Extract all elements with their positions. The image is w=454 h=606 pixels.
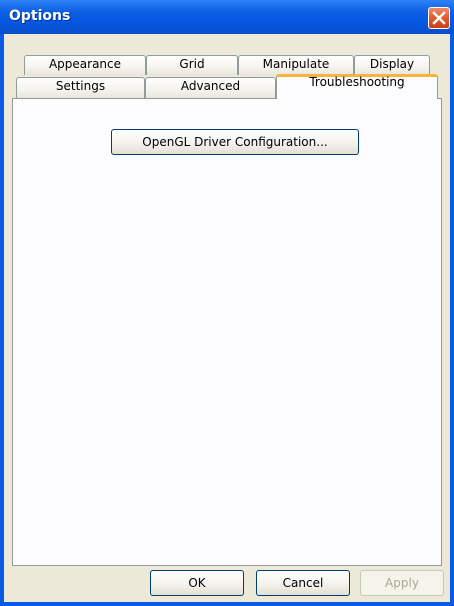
- tab-label: Display: [369, 57, 415, 71]
- tab-label: Advanced: [180, 79, 241, 93]
- window-title: Options: [9, 8, 71, 24]
- tab-label: Appearance: [48, 57, 122, 71]
- tab-panel-troubleshooting: OpenGL Driver Configuration...: [12, 98, 442, 566]
- tab-grid[interactable]: Grid: [146, 55, 238, 75]
- tab-troubleshooting[interactable]: Troubleshooting: [276, 74, 438, 99]
- tab-label: Manipulate: [262, 57, 330, 71]
- tab-advanced[interactable]: Advanced: [145, 77, 276, 98]
- dialog-client-area: Appearance Grid Manipulate Display Setti…: [4, 34, 450, 602]
- tab-label: Grid: [179, 57, 205, 71]
- tab-appearance[interactable]: Appearance: [24, 55, 146, 75]
- tab-label: Troubleshooting: [309, 75, 405, 89]
- title-bar[interactable]: Options: [0, 0, 454, 34]
- tab-manipulate[interactable]: Manipulate: [238, 55, 354, 75]
- tab-label: Settings: [55, 79, 106, 93]
- tab-settings[interactable]: Settings: [16, 77, 145, 98]
- apply-button[interactable]: Apply: [360, 570, 444, 596]
- ok-button[interactable]: OK: [150, 570, 244, 596]
- close-icon: [432, 11, 446, 25]
- opengl-driver-configuration-button[interactable]: OpenGL Driver Configuration...: [111, 129, 359, 155]
- tab-display[interactable]: Display: [354, 55, 430, 75]
- cancel-button[interactable]: Cancel: [256, 570, 350, 596]
- options-dialog: Options Appearance Grid Manipulate Displ…: [0, 0, 454, 606]
- close-button[interactable]: [428, 7, 450, 29]
